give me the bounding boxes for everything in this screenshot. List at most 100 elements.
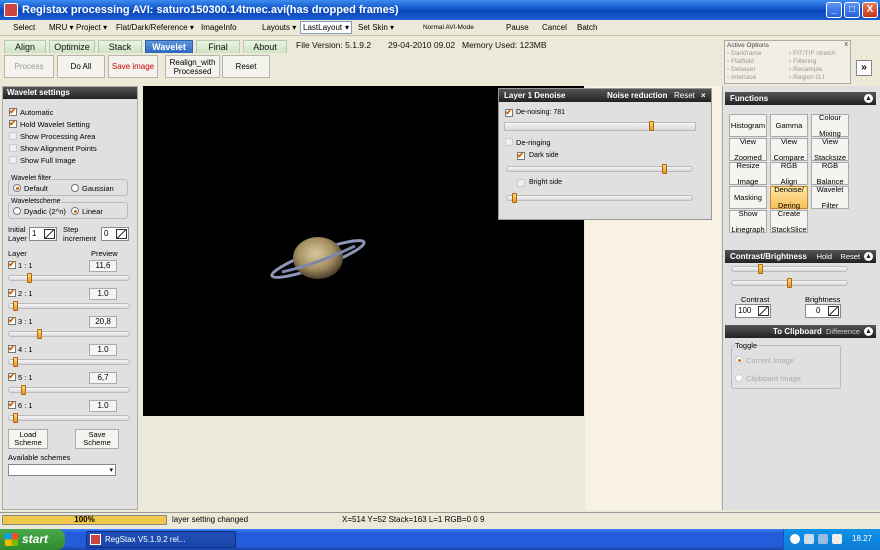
menu-set-skin[interactable]: Set Skin ▾ [358,23,394,32]
difference-button[interactable]: Difference [826,325,860,338]
bright-side-slider[interactable] [506,195,693,201]
tab-wavelet[interactable]: Wavelet [145,40,193,54]
denoise-close-button[interactable]: × [701,89,706,102]
contrast-reset-button[interactable]: Reset [840,250,860,263]
denoising-slider-thumb[interactable] [649,121,654,131]
collapse-icon[interactable]: ▲ [864,252,873,261]
start-button[interactable]: start [0,529,65,550]
menu-pause[interactable]: Pause [506,23,529,32]
security-icon[interactable] [818,534,828,544]
denoise-reset-button[interactable]: Reset [674,89,695,102]
view-zoomed-button[interactable]: View Zoomed [729,137,767,161]
process-button[interactable]: Process [4,55,54,78]
layer-2-slider[interactable] [8,303,130,309]
network-icon[interactable] [790,534,800,544]
layer-3-slider-thumb[interactable] [37,329,42,339]
option-darkframe[interactable]: ▫ Darkframe [727,50,761,58]
reset-button[interactable]: Reset [222,55,270,78]
layer-4-preview-value[interactable]: 1.0 [89,344,117,356]
denoise-dering-button[interactable]: Denoise/Dering [770,185,808,209]
load-scheme-button[interactable]: Load Scheme [8,429,48,449]
show-alignment-points-checkbox[interactable] [9,144,17,152]
gamma-button[interactable]: Gamma [770,114,808,137]
option-resample[interactable]: ▫ Resample [789,66,836,74]
create-stackslice-button[interactable]: Create StackSlice [770,209,808,233]
brightness-spinner[interactable]: 0 [805,304,841,318]
close-icon[interactable]: x [845,41,849,48]
menu-select[interactable]: Select [13,23,35,32]
layer-1-preview-value[interactable]: 11,6 [89,260,117,272]
layer-5-slider[interactable] [8,387,130,393]
tab-align[interactable]: Align [4,40,46,54]
menu-mru[interactable]: MRU ▾ [49,23,73,32]
view-stacksize-button[interactable]: View Stacksize [811,137,849,161]
colour-mixing-button[interactable]: Colour Mixing [811,113,849,137]
filter-gaussian-radio[interactable] [71,184,79,192]
available-schemes-select[interactable]: ▾ [8,464,116,476]
option-filtering[interactable]: ▫ Filtering [789,58,836,66]
tab-about[interactable]: About [243,40,287,54]
automatic-checkbox[interactable] [9,106,17,117]
layer-4-slider[interactable] [8,359,130,365]
step-increment-spinner[interactable]: 0 [101,227,129,241]
menu-flat-dark-reference[interactable]: Flat/Dark/Reference ▾ [116,23,194,32]
menu-project[interactable]: Project ▾ [76,23,107,32]
layer-4-slider-thumb[interactable] [13,357,18,367]
layer-2-preview-value[interactable]: 1.0 [89,288,117,300]
contrast-spinner[interactable]: 100 [735,304,771,318]
filter-default-radio[interactable] [13,184,21,192]
maximize-button[interactable]: □ [844,2,860,18]
hold-wavelet-checkbox[interactable] [9,118,17,129]
save-image-button[interactable]: Save image [108,55,158,78]
current-image-radio[interactable] [735,356,743,364]
option-interlace[interactable]: ▫ Interlace [727,74,761,82]
resize-image-button[interactable]: Resize Image [729,161,767,185]
layer-5-checkbox[interactable] [8,371,16,382]
show-full-image-checkbox[interactable] [9,156,17,164]
histogram-button[interactable]: Histogram [729,114,767,137]
layer-5-slider-thumb[interactable] [21,385,26,395]
menu-batch[interactable]: Batch [577,23,597,32]
contrast-slider-thumb[interactable] [758,264,763,274]
initial-layer-spinner[interactable]: 1 [29,227,57,241]
layer-6-slider-thumb[interactable] [13,413,18,423]
layer-6-checkbox[interactable] [8,399,16,410]
option-region[interactable]: ▫ Region O.I. [789,74,836,82]
denoising-slider[interactable] [504,122,696,131]
option-fit-tif[interactable]: ▫ FIT/TIF stretch [789,50,836,58]
collapse-icon[interactable]: ▲ [864,327,873,336]
menu-imageinfo[interactable]: ImageInfo [201,23,237,32]
save-scheme-button[interactable]: Save Scheme [75,429,119,449]
menu-normal-avi-mode[interactable]: Normal AVI-Mode [423,24,474,31]
deringing-checkbox[interactable] [505,138,513,146]
layer-3-preview-value[interactable]: 20,8 [89,316,117,328]
tab-optimize[interactable]: Optimize [49,40,95,54]
dark-side-checkbox[interactable] [517,150,525,161]
wavelet-filter-button[interactable]: Wavelet Filter [811,185,849,209]
do-all-button[interactable]: Do All [57,55,105,78]
clipboard-image-radio[interactable] [735,374,743,382]
title-bar[interactable]: Registax processing AVI: saturo150300.14… [0,0,880,20]
bright-side-checkbox[interactable] [517,179,525,187]
scheme-linear-radio[interactable] [71,207,79,215]
masking-button[interactable]: Masking [729,186,767,209]
show-processing-area-checkbox[interactable] [9,132,17,140]
layout-select[interactable]: LastLayout ▾ [300,21,352,34]
realign-button[interactable]: Realign_with Processed [165,55,220,78]
view-compare-button[interactable]: View Compare [770,137,808,161]
minimize-button[interactable]: _ [826,2,842,18]
scheme-dyadic-radio[interactable] [13,207,21,215]
rgb-align-button[interactable]: RGB Align [770,161,808,185]
dark-side-slider-thumb[interactable] [662,164,667,174]
bright-side-slider-thumb[interactable] [512,193,517,203]
taskbar-task-regstax[interactable]: RegStax V5.1.9.2 rel... [86,531,236,548]
contrast-hold-button[interactable]: Hold [817,250,832,263]
close-button[interactable]: X [862,2,878,18]
layer-6-preview-value[interactable]: 1.0 [89,400,117,412]
menu-cancel[interactable]: Cancel [542,23,567,32]
option-flatfield[interactable]: ▫ Flatfield [727,58,761,66]
layer-2-slider-thumb[interactable] [13,301,18,311]
volume-icon[interactable] [804,534,814,544]
layer-4-checkbox[interactable] [8,343,16,354]
brightness-slider-thumb[interactable] [787,278,792,288]
